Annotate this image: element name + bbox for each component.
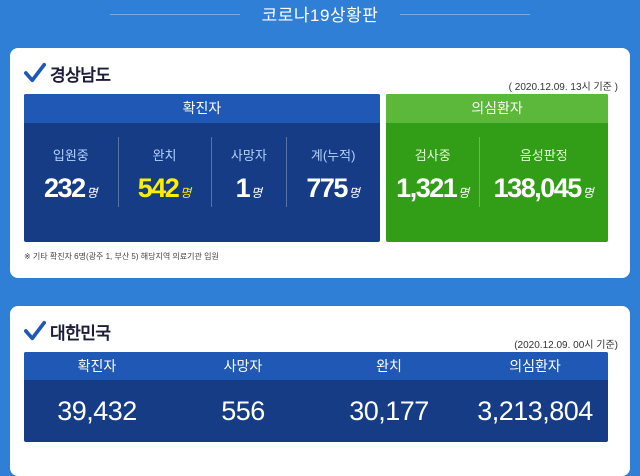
gyeongnam-heading: 경상남도: [24, 58, 111, 88]
stat-label: 완치: [152, 148, 177, 163]
region-name-korea: 대한민국: [50, 323, 111, 343]
col-header-confirmed: 확진자: [77, 358, 117, 374]
suspected-panel-title: 의심환자: [386, 94, 608, 123]
stat-label: 검사중: [414, 148, 451, 163]
title-divider-right: [400, 14, 530, 15]
stat-label: 음성판정: [519, 148, 568, 163]
stat-unit: 명: [86, 186, 98, 200]
stat-deaths: 사망자 1명: [211, 123, 286, 207]
stat-label: 입원중: [52, 148, 89, 163]
korea-stats-panel: 확진자 사망자 완치 의심환자 39,432 556 30,177 3,213,…: [24, 352, 608, 442]
suspected-panel: 의심환자 검사중 1,321 명 음성판정 138,045 명: [386, 94, 608, 242]
confirmed-panel-title: 확진자: [24, 94, 380, 123]
value-confirmed: 39,432: [57, 396, 137, 426]
col-header-suspected: 의심환자: [509, 358, 561, 374]
korea-stats-values: 39,432 556 30,177 3,213,804: [24, 380, 608, 427]
stat-hospitalized: 입원중 232 명: [24, 123, 118, 204]
value-recovered: 30,177: [349, 396, 429, 426]
value-suspected: 3,213,804: [477, 396, 593, 426]
stat-value: 1,321: [396, 173, 458, 203]
stat-unit: 명: [582, 186, 594, 200]
page-title-bar: 코로나19상황판: [0, 0, 640, 34]
korea-heading: 대한민국: [24, 316, 111, 346]
stat-label: 계(누적): [310, 148, 356, 163]
gyeongnam-card: 경상남도 ( 2020.12.09. 13시 기준 ) 확진자 입원중 232 명…: [10, 48, 630, 278]
page-title: 코로나19상황판: [261, 6, 379, 25]
checkmark-icon: [24, 320, 46, 341]
stat-unit: 명: [348, 186, 360, 200]
col-header-deaths: 사망자: [223, 358, 263, 374]
korea-timestamp: (2020.12.09. 00시 기준): [514, 340, 618, 351]
stat-value: 138,045: [493, 173, 583, 203]
stat-negative: 음성판정 138,045 명: [479, 123, 608, 207]
stat-value: 775: [306, 173, 348, 203]
stat-value: 542: [137, 173, 180, 203]
stat-testing: 검사중 1,321 명: [386, 123, 479, 204]
stat-label: 사망자: [230, 148, 267, 163]
stat-value: 232: [44, 173, 86, 203]
stat-unit: 명: [458, 186, 470, 200]
stat-unit: 명: [180, 186, 192, 200]
stat-unit: 명: [251, 186, 263, 200]
korea-card: 대한민국 (2020.12.09. 00시 기준) 확진자 사망자 완치 의심환…: [10, 306, 630, 476]
stat-value: 1: [235, 173, 251, 203]
region-name-gyeongnam: 경상남도: [50, 65, 111, 85]
confirmed-panel: 확진자 입원중 232 명 완치 542 명 사망자 1명 계(누적) 775 명: [24, 94, 380, 242]
stat-cumulative: 계(누적) 775 명: [286, 123, 380, 207]
checkmark-icon: [24, 62, 46, 83]
korea-stats-header: 확진자 사망자 완치 의심환자: [24, 352, 608, 380]
stat-recovered: 완치 542 명: [117, 123, 212, 207]
col-header-recovered: 완치: [376, 358, 402, 374]
gyeongnam-timestamp: ( 2020.12.09. 13시 기준 ): [508, 82, 618, 93]
value-deaths: 556: [221, 396, 265, 426]
footnote: ※ 기타 확진자 6명(광주 1, 부산 5) 해당지역 의료기관 입원: [24, 252, 219, 261]
title-divider-left: [110, 14, 240, 15]
